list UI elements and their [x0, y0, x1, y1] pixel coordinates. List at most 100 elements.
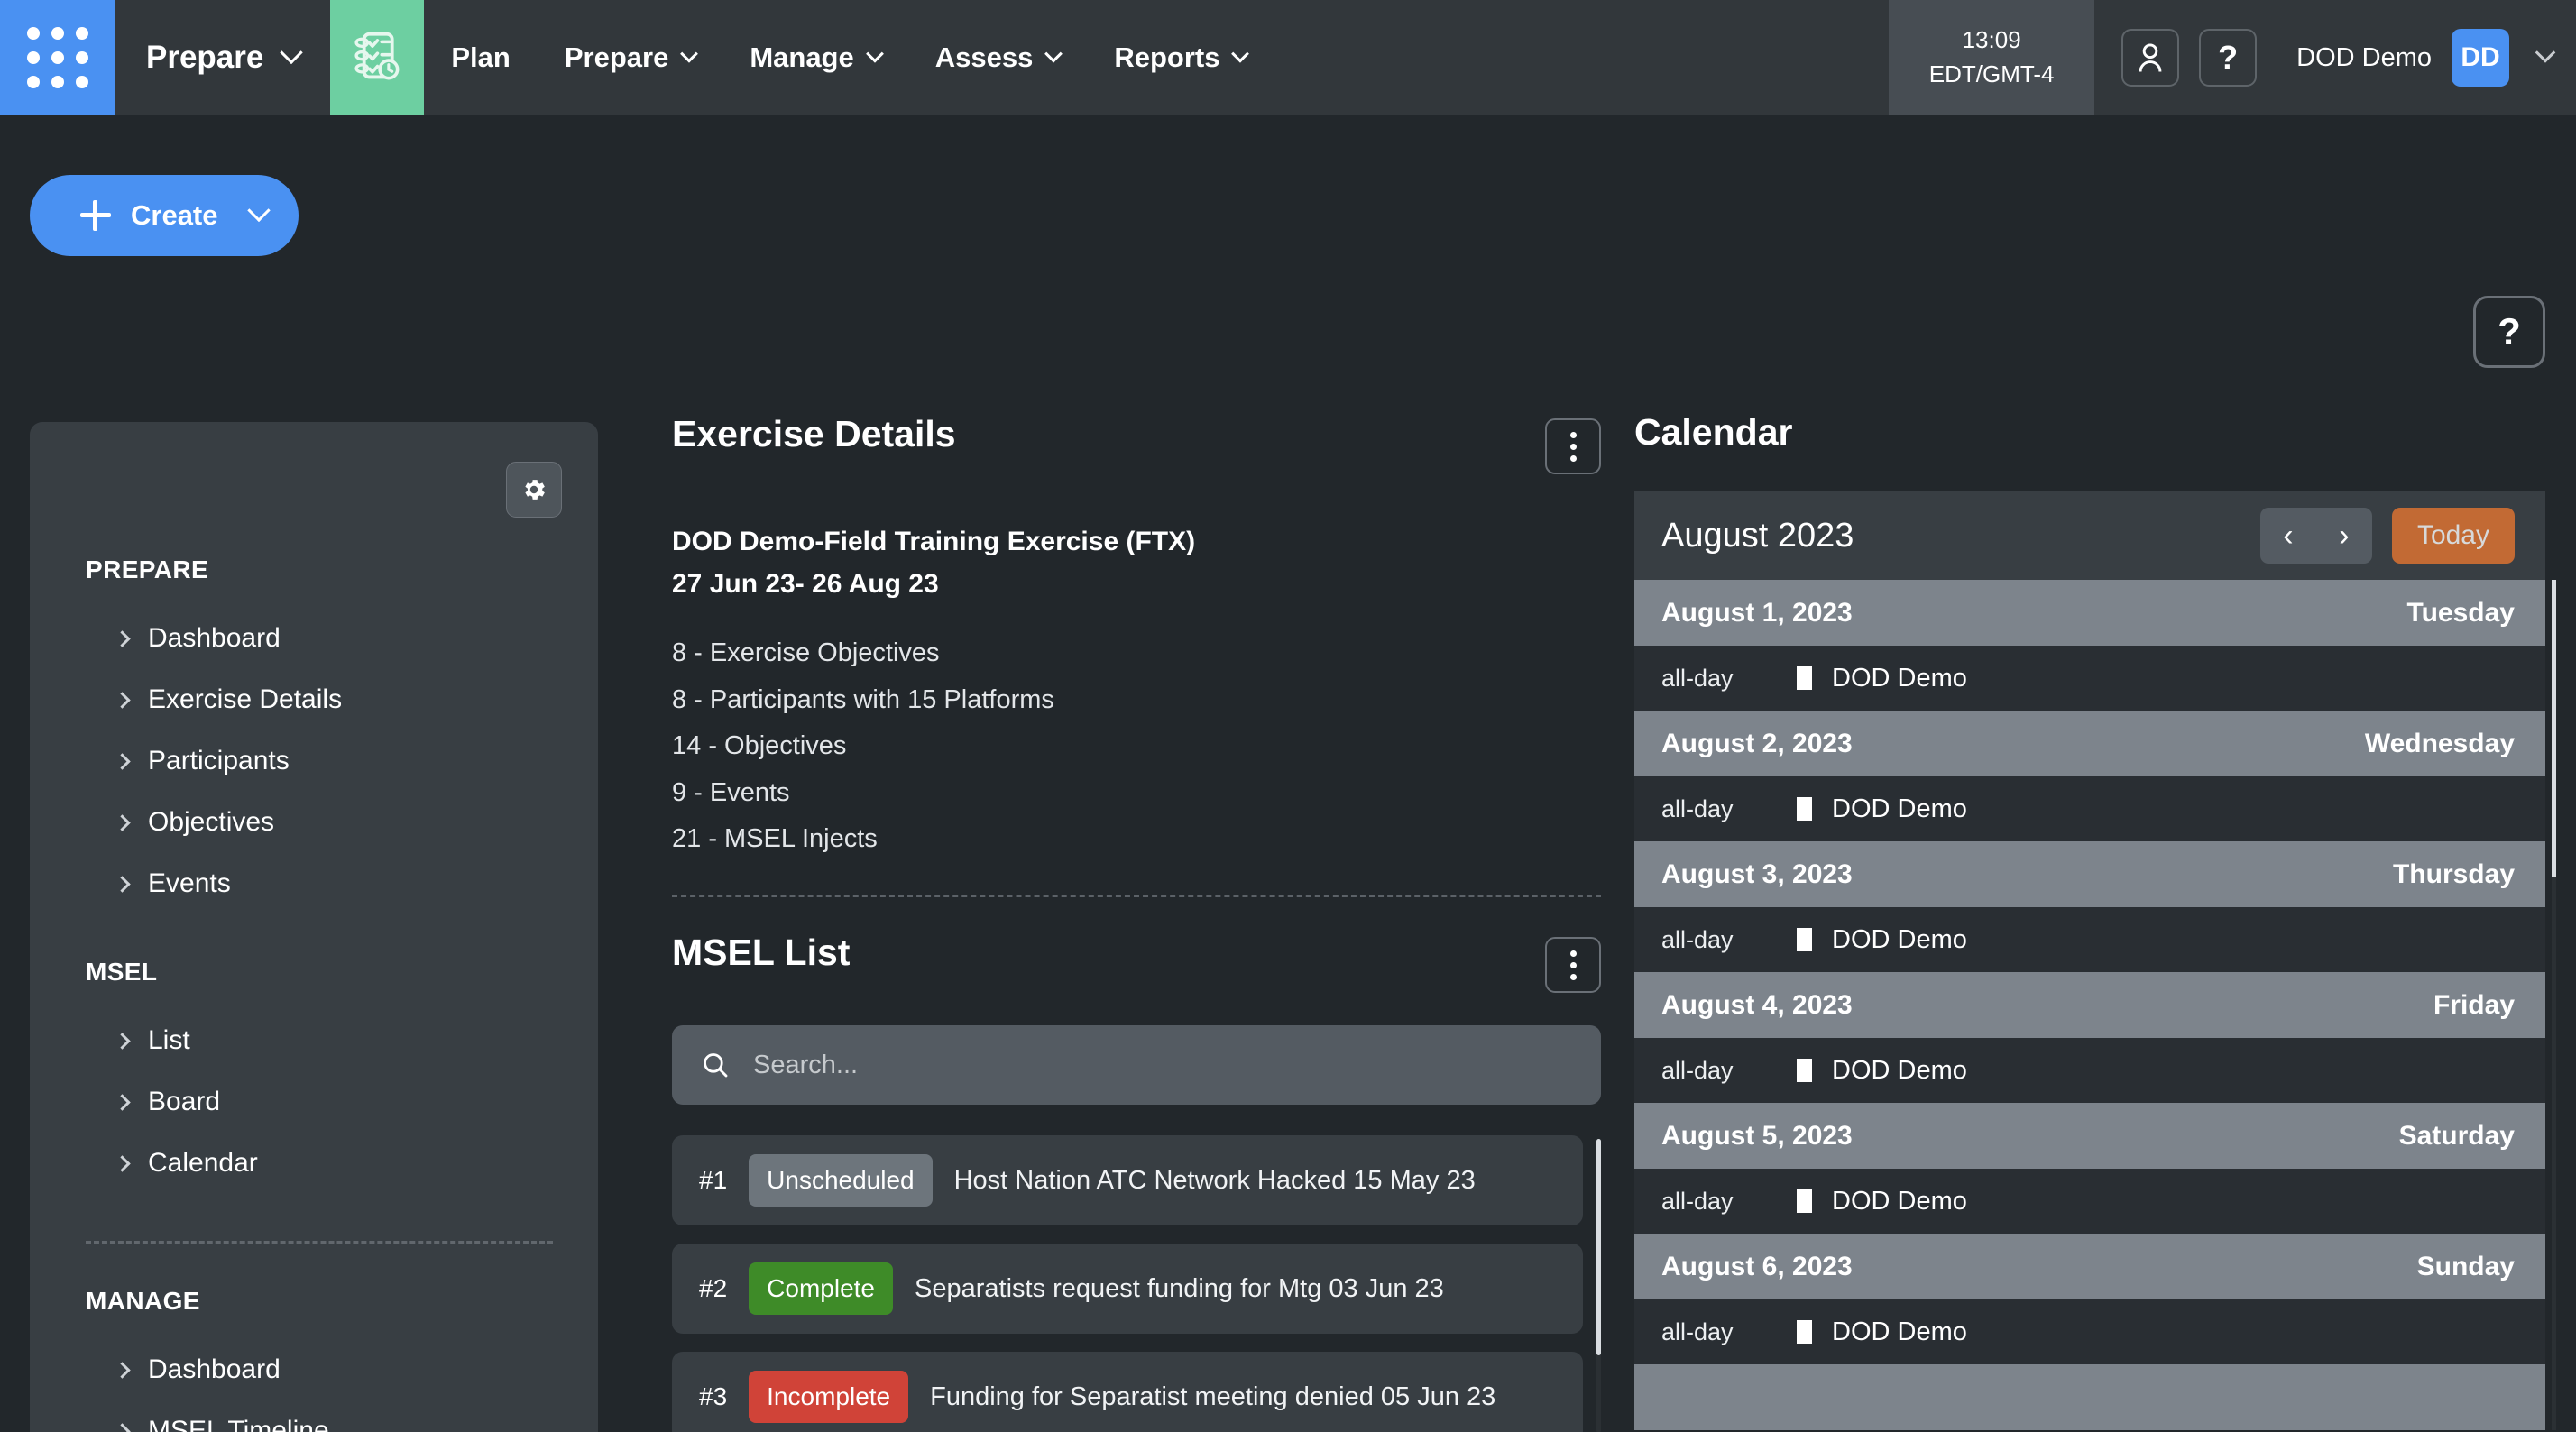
gear-icon	[520, 476, 547, 503]
chevron-right-icon	[114, 692, 130, 708]
calendar-day-weekday: Tuesday	[2407, 598, 2516, 629]
sidebar-item-events[interactable]: Events	[30, 853, 598, 914]
calendar-event-row[interactable]: all-day DOD Demo	[1634, 907, 2545, 972]
sidebar-item-calendar[interactable]: Calendar	[30, 1133, 598, 1194]
sidebar-section-title: MANAGE	[30, 1287, 598, 1316]
chevron-right-icon	[114, 814, 130, 831]
msel-list-item[interactable]: #1 Unscheduled Host Nation ATC Network H…	[672, 1135, 1583, 1225]
nav-item-plan[interactable]: Plan	[424, 0, 537, 115]
calendar-day-header[interactable]: August 3, 2023 Thursday	[1634, 841, 2545, 907]
chevron-right-icon: ›	[2339, 519, 2349, 554]
calendar-day-date: August 1, 2023	[1661, 598, 1853, 629]
calendar-day-weekday: Friday	[2433, 990, 2515, 1021]
chevron-down-icon	[247, 199, 270, 222]
calendar-day-header[interactable]: August 4, 2023 Friday	[1634, 972, 2545, 1038]
msel-item-number: #1	[699, 1166, 727, 1195]
event-time: all-day	[1661, 1057, 1797, 1085]
help-button[interactable]: ?	[2199, 29, 2257, 87]
sidebar-item-label: Dashboard	[148, 623, 281, 654]
calendar-event-row[interactable]: all-day DOD Demo	[1634, 1299, 2545, 1364]
chevron-right-icon	[114, 630, 130, 647]
sidebar-item-exercise-details[interactable]: Exercise Details	[30, 669, 598, 730]
clock-widget[interactable]: 13:09 EDT/GMT-4	[1889, 0, 2094, 115]
nav-item-prepare[interactable]: Prepare	[538, 0, 722, 115]
create-button[interactable]: Create	[30, 175, 299, 256]
sidebar-item-manage-dashboard[interactable]: Dashboard	[30, 1339, 598, 1400]
nav-item-manage[interactable]: Manage	[722, 0, 907, 115]
sidebar-item-label: List	[148, 1025, 190, 1056]
exercise-details-menu-button[interactable]	[1545, 418, 1601, 474]
person-icon	[2137, 42, 2164, 73]
page-body: Create ? PREPARE Dashboard Exercise Deta…	[0, 115, 2576, 1432]
calendar-day-date: August 6, 2023	[1661, 1252, 1853, 1282]
app-logo[interactable]	[330, 0, 424, 115]
sidebar-item-dashboard[interactable]: Dashboard	[30, 608, 598, 669]
checklist-clock-icon	[351, 30, 403, 86]
calendar-day-header[interactable]: August 5, 2023 Saturday	[1634, 1103, 2545, 1169]
msel-item-number: #2	[699, 1274, 727, 1303]
chevron-down-icon	[680, 45, 698, 63]
sidebar-item-participants[interactable]: Participants	[30, 730, 598, 792]
msel-list-title: MSEL List	[672, 932, 850, 974]
msel-item-text: Funding for Separatist meeting denied 05…	[930, 1382, 1495, 1412]
calendar-event-row[interactable]: all-day DOD Demo	[1634, 776, 2545, 841]
msel-list-item[interactable]: #3 Incomplete Funding for Separatist mee…	[672, 1352, 1583, 1432]
brand-label: Prepare	[146, 40, 263, 76]
calendar-event-row[interactable]: all-day DOD Demo	[1634, 1169, 2545, 1234]
sidebar-settings-button[interactable]	[506, 462, 562, 518]
sidebar-item-list[interactable]: List	[30, 1010, 598, 1071]
apps-grid-button[interactable]	[0, 0, 115, 115]
brand-prepare-dropdown[interactable]: Prepare	[115, 0, 330, 115]
nav-right-group: ? DOD Demo DD	[2094, 0, 2576, 115]
sidebar-item-board[interactable]: Board	[30, 1071, 598, 1133]
msel-list-item[interactable]: #2 Complete Separatists request funding …	[672, 1244, 1583, 1334]
center-column: Exercise Details DOD Demo-Field Training…	[672, 115, 1601, 1432]
msel-search-input[interactable]	[753, 1051, 1473, 1080]
msel-list-header: MSEL List	[672, 932, 1601, 993]
msel-search-box[interactable]	[672, 1025, 1601, 1105]
calendar-next-button[interactable]: ›	[2316, 508, 2372, 564]
calendar-prev-button[interactable]: ‹	[2260, 508, 2316, 564]
calendar-day-weekday: Sunday	[2417, 1252, 2515, 1282]
event-title: DOD Demo	[1832, 925, 1967, 955]
calendar-day-header[interactable]: August 6, 2023 Sunday	[1634, 1234, 2545, 1299]
stat-line: 9 - Events	[672, 770, 1601, 817]
nav-item-reports[interactable]: Reports	[1087, 0, 1274, 115]
avatar-initials: DD	[2461, 42, 2499, 73]
sidebar-item-label: Objectives	[148, 807, 274, 838]
sidebar-group-msel: MSEL List Board Calendar	[30, 914, 598, 1194]
question-mark-icon: ?	[2218, 39, 2238, 77]
chevron-right-icon	[114, 1423, 130, 1432]
event-title: DOD Demo	[1832, 664, 1967, 693]
calendar-nav-buttons: ‹ ›	[2260, 508, 2372, 564]
apps-grid-icon	[27, 27, 88, 88]
nav-item-assess[interactable]: Assess	[908, 0, 1088, 115]
calendar-day-date: August 2, 2023	[1661, 729, 1853, 759]
stat-line: 8 - Exercise Objectives	[672, 630, 1601, 677]
sidebar-item-msel-timeline[interactable]: MSEL Timeline	[30, 1400, 598, 1432]
event-time: all-day	[1661, 1318, 1797, 1346]
stat-line: 21 - MSEL Injects	[672, 816, 1601, 863]
event-color-swatch-icon	[1797, 666, 1812, 690]
msel-scrollbar-thumb[interactable]	[1596, 1139, 1601, 1355]
calendar-day-header[interactable]: August 1, 2023 Tuesday	[1634, 580, 2545, 646]
calendar-day-header[interactable]	[1634, 1364, 2545, 1430]
sidebar-item-objectives[interactable]: Objectives	[30, 792, 598, 853]
calendar-day-date: August 4, 2023	[1661, 990, 1853, 1021]
calendar-day-header[interactable]: August 2, 2023 Wednesday	[1634, 711, 2545, 776]
msel-list-menu-button[interactable]	[1545, 937, 1601, 993]
calendar-today-button[interactable]: Today	[2392, 508, 2515, 564]
exercise-dates: 27 Jun 23- 26 Aug 23	[672, 564, 1601, 606]
event-time: all-day	[1661, 665, 1797, 693]
exercise-name: DOD Demo-Field Training Exercise (FTX)	[672, 521, 1601, 564]
user-profile-button[interactable]	[2121, 29, 2179, 87]
calendar-day-date: August 3, 2023	[1661, 859, 1853, 890]
avatar[interactable]: DD	[2452, 29, 2509, 87]
event-title: DOD Demo	[1832, 1317, 1967, 1347]
chevron-down-icon[interactable]	[2535, 42, 2556, 63]
create-label: Create	[131, 199, 218, 232]
calendar-event-row[interactable]: all-day DOD Demo	[1634, 646, 2545, 711]
calendar-day-weekday: Wednesday	[2365, 729, 2515, 759]
calendar-event-row[interactable]: all-day DOD Demo	[1634, 1038, 2545, 1103]
calendar-scrollbar-thumb[interactable]	[2552, 580, 2556, 877]
